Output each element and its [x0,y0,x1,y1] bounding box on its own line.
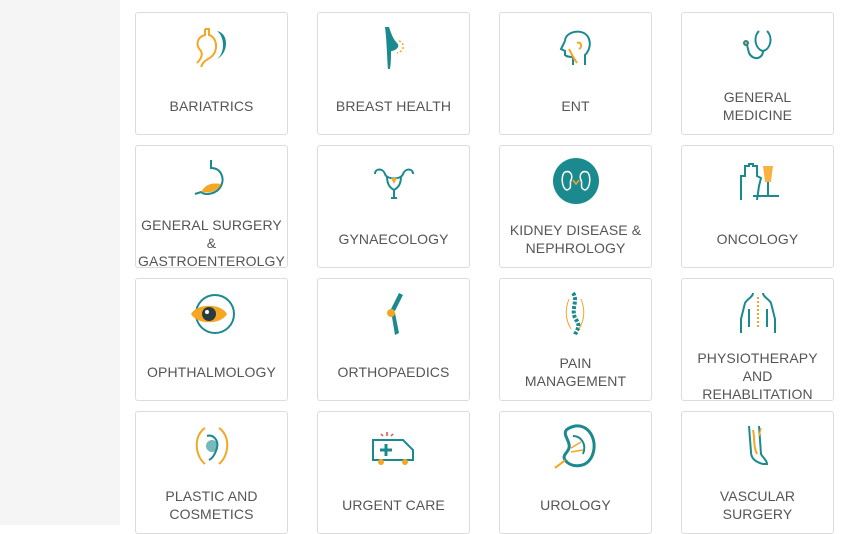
ambulance-icon [371,432,414,465]
uterus-icon [373,168,414,199]
specialty-card-orthopaedics[interactable]: ORTHOPAEDICS [317,278,470,401]
specialty-label: GYNAECOLOGY [338,230,449,247]
specialty-label: ORTHOPAEDICS [337,363,450,380]
specialty-label: KIDNEY DISEASE & NEPHROLOGY [509,221,642,256]
knee-joint-icon [386,293,403,335]
specialty-card-kidney-disease[interactable]: KIDNEY DISEASE & NEPHROLOGY [499,145,652,268]
specialty-card-general-surgery[interactable]: GENERAL SURGERY & GASTROENTEROLGY [135,145,288,268]
specialty-label: BREAST HEALTH [335,97,452,114]
body-spine-icon [739,292,776,333]
specialty-label: ENT [561,97,590,114]
stomach-surgery-icon [194,160,224,195]
specialty-card-gynaecology[interactable]: GYNAECOLOGY [317,145,470,268]
kidney-icon [552,158,599,204]
specialty-label: PLASTIC AND COSMETICS [165,487,258,522]
specialty-card-ophthalmology[interactable]: OPHTHALMOLOGY [135,278,288,401]
specialty-card-urgent-care[interactable]: URGENT CARE [317,411,470,534]
specialty-label: GENERAL SURGERY & GASTROENTEROLGY [138,217,285,268]
specialty-card-plastic-cosmetics[interactable]: PLASTIC AND COSMETICS [135,411,288,534]
specialty-card-vascular-surgery[interactable]: VASCULAR SURGERY [681,411,834,534]
specialty-label: OPHTHALMOLOGY [147,363,276,380]
glove-iv-icon [739,163,779,201]
specialty-card-oncology[interactable]: ONCOLOGY [681,145,834,268]
specialty-card-general-medicine[interactable]: GENERAL MEDICINE [681,12,834,135]
specialty-card-pain-management[interactable]: PAIN MANAGEMENT [499,278,652,401]
specialty-card-urology[interactable]: UROLOGY [499,411,652,534]
specialty-label: UROLOGY [540,496,611,513]
specialty-label: PAIN MANAGEMENT [524,354,627,389]
eye-icon [190,294,235,334]
head-profile-icon [559,30,591,65]
leg-veins-icon [747,425,768,465]
specialty-label: VASCULAR SURGERY [719,487,796,522]
specialty-grid: BARIATRICS BREAST HEALTH ENT GENERAL MED… [135,12,834,534]
specialty-label: GENERAL MEDICINE [722,88,793,123]
face-profile-icon [195,427,228,465]
specialty-card-physiotherapy[interactable]: PHYSIOTHERAPY AND REHABLITATION [681,278,834,401]
kidney-cross-section-icon [553,424,596,469]
stethoscope-icon [742,30,771,59]
specialty-card-breast-health[interactable]: BREAST HEALTH [317,12,470,135]
specialty-label: PHYSIOTHERAPY AND REHABLITATION [697,350,818,401]
specialty-label: ONCOLOGY [716,230,799,247]
specialty-label: BARIATRICS [169,97,254,114]
specialty-card-ent[interactable]: ENT [499,12,652,135]
specialty-label: URGENT CARE [342,496,445,513]
left-gutter [0,0,120,525]
spine-icon [565,291,584,336]
specialty-card-bariatrics[interactable]: BARIATRICS [135,12,288,135]
breast-icon [384,27,404,69]
stomach-icon [195,28,226,68]
